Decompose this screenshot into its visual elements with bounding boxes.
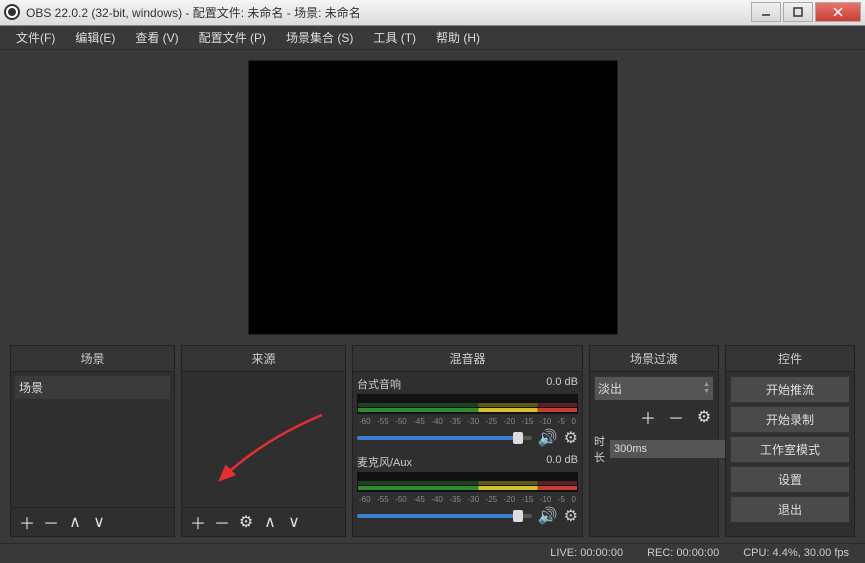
add-transition-button[interactable]: ＋ — [638, 407, 658, 427]
menubar: 文件(F) 编辑(E) 查看 (V) 配置文件 (P) 场景集合 (S) 工具 … — [0, 26, 865, 50]
remove-transition-button[interactable]: － — [666, 407, 686, 427]
status-live: LIVE: 00:00:00 — [550, 547, 623, 559]
controls-panel: 控件 开始推流 开始录制 工作室模式 设置 退出 — [725, 345, 855, 537]
channel-name: 台式音响 — [357, 376, 401, 392]
controls-header: 控件 — [726, 346, 854, 372]
exit-button[interactable]: 退出 — [730, 496, 850, 523]
sources-list[interactable] — [182, 372, 345, 507]
mixer-channel-desktop: 台式音响 0.0 dB -60-55-50-45-40-35-30-25-20-… — [357, 376, 578, 448]
remove-source-button[interactable]: － — [212, 512, 232, 532]
duration-label: 时长 — [594, 433, 605, 465]
dock-panels: 场景 场景 ＋ － ∧ ∨ 来源 ＋ － ⚙ — [0, 345, 865, 543]
mixer-header: 混音器 — [353, 346, 582, 372]
channel-db: 0.0 dB — [546, 376, 578, 392]
volume-slider[interactable] — [357, 514, 532, 518]
volume-slider[interactable] — [357, 436, 532, 440]
mixer-panel: 混音器 台式音响 0.0 dB -60-55-50-45-40-35-30-25… — [352, 345, 583, 537]
source-settings-button[interactable]: ⚙ — [236, 512, 256, 532]
menu-help[interactable]: 帮助 (H) — [428, 26, 488, 49]
close-button[interactable] — [815, 2, 861, 22]
sources-panel: 来源 ＋ － ⚙ ∧ ∨ — [181, 345, 346, 537]
speaker-icon[interactable]: 🔊 — [538, 506, 558, 526]
channel-meter: -60-55-50-45-40-35-30-25-20-15-10-50 — [357, 394, 578, 414]
status-cpu: CPU: 4.4%, 30.00 fps — [743, 547, 849, 559]
titlebar: OBS 22.0.2 (32-bit, windows) - 配置文件: 未命名… — [0, 0, 865, 26]
menu-file[interactable]: 文件(F) — [8, 26, 63, 49]
transitions-panel: 场景过渡 淡出 ▲▼ ＋ － ⚙ 时长 ▲▼ — [589, 345, 719, 537]
scene-down-button[interactable]: ∨ — [89, 512, 109, 532]
app-icon — [4, 4, 20, 20]
channel-settings-icon[interactable]: ⚙ — [564, 428, 578, 448]
menu-tools[interactable]: 工具 (T) — [365, 26, 424, 49]
scenes-header: 场景 — [11, 346, 174, 372]
scenes-panel: 场景 场景 ＋ － ∧ ∨ — [10, 345, 175, 537]
start-stream-button[interactable]: 开始推流 — [730, 376, 850, 403]
menu-profile[interactable]: 配置文件 (P) — [191, 26, 274, 49]
preview-canvas[interactable] — [248, 60, 618, 335]
speaker-icon[interactable]: 🔊 — [538, 428, 558, 448]
sources-header: 来源 — [182, 346, 345, 372]
mixer-channel-mic: 麦克风/Aux 0.0 dB -60-55-50-45-40-35-30-25-… — [357, 454, 578, 526]
settings-button[interactable]: 设置 — [730, 466, 850, 493]
menu-edit[interactable]: 编辑(E) — [67, 26, 123, 49]
maximize-button[interactable] — [783, 2, 813, 22]
channel-settings-icon[interactable]: ⚙ — [564, 506, 578, 526]
preview-area — [0, 50, 865, 345]
chevron-updown-icon: ▲▼ — [703, 381, 710, 395]
channel-db: 0.0 dB — [546, 454, 578, 470]
transition-select[interactable]: 淡出 ▲▼ — [594, 376, 714, 401]
source-down-button[interactable]: ∨ — [284, 512, 304, 532]
annotation-arrow-icon — [212, 410, 332, 490]
transition-settings-button[interactable]: ⚙ — [694, 407, 714, 427]
remove-scene-button[interactable]: － — [41, 512, 61, 532]
start-record-button[interactable]: 开始录制 — [730, 406, 850, 433]
statusbar: LIVE: 00:00:00 REC: 00:00:00 CPU: 4.4%, … — [0, 543, 865, 563]
source-up-button[interactable]: ∧ — [260, 512, 280, 532]
menu-view[interactable]: 查看 (V) — [127, 26, 186, 49]
add-source-button[interactable]: ＋ — [188, 512, 208, 532]
scene-up-button[interactable]: ∧ — [65, 512, 85, 532]
status-rec: REC: 00:00:00 — [647, 547, 719, 559]
transitions-header: 场景过渡 — [590, 346, 718, 372]
scene-item[interactable]: 场景 — [15, 376, 170, 399]
add-scene-button[interactable]: ＋ — [17, 512, 37, 532]
menu-scene-collection[interactable]: 场景集合 (S) — [278, 26, 361, 49]
minimize-button[interactable] — [751, 2, 781, 22]
app-window: OBS 22.0.2 (32-bit, windows) - 配置文件: 未命名… — [0, 0, 865, 563]
channel-meter: -60-55-50-45-40-35-30-25-20-15-10-50 — [357, 472, 578, 492]
window-title: OBS 22.0.2 (32-bit, windows) - 配置文件: 未命名… — [26, 4, 751, 21]
channel-name: 麦克风/Aux — [357, 454, 412, 470]
studio-mode-button[interactable]: 工作室模式 — [730, 436, 850, 463]
gear-icon: ⚙ — [239, 512, 253, 532]
